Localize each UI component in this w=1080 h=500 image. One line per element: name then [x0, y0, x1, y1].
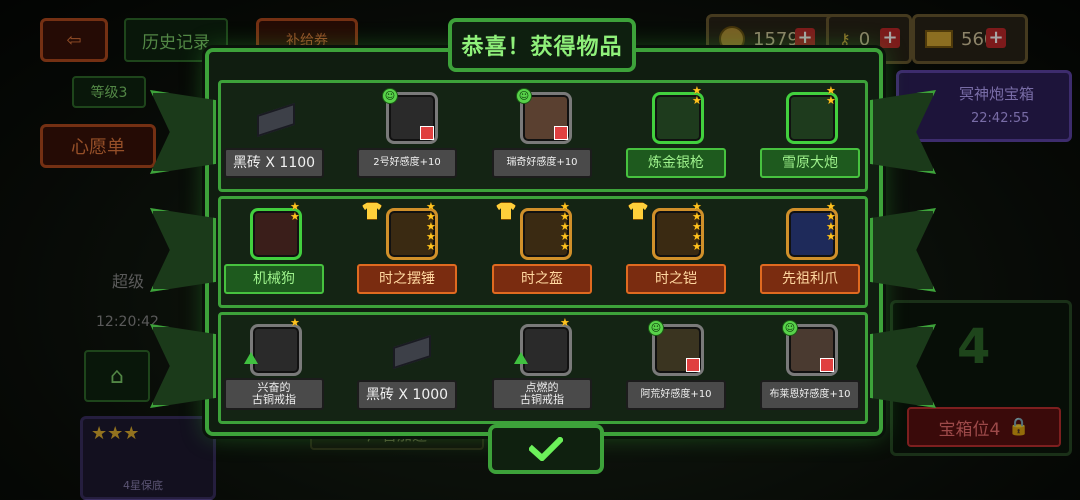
bronze-ring-icon	[520, 324, 572, 376]
reward-label: 兴奋的 古铜戒指	[224, 378, 324, 410]
checkmark-icon	[529, 437, 563, 461]
black-brick-icon	[248, 92, 300, 144]
rarity-stars: ★ ★ ★ ★ ★	[426, 200, 436, 253]
affection-smile-icon: ☺	[648, 320, 664, 336]
reward-label: 时之铠	[626, 264, 726, 294]
reward-label-line: 古铜戒指	[252, 393, 296, 406]
black-brick-icon	[384, 324, 436, 376]
reward-label: 黑砖 X 1000	[357, 380, 457, 410]
reward-label: 炼金银枪	[626, 148, 726, 178]
reward-label: 点燃的 古铜戒指	[492, 378, 592, 410]
rarity-stars: ★ ★ ★ ★ ★	[692, 200, 702, 253]
dialog-title-text: 恭喜！获得物品	[461, 35, 623, 60]
gift-icon	[554, 126, 568, 140]
reward-label: 雪原大炮	[760, 148, 860, 178]
reward-label: 先祖利爪	[760, 264, 860, 294]
reward-label-line: 古铜戒指	[520, 393, 564, 406]
reward-label: 时之盔	[492, 264, 592, 294]
rarity-stars: ★	[560, 316, 570, 329]
rarity-stars: ★ ★	[826, 84, 836, 107]
grade-triangle-icon	[244, 352, 258, 364]
rarity-stars: ★	[290, 316, 300, 329]
reward-label: 2号好感度+10	[357, 148, 457, 178]
reward-label: 机械狗	[224, 264, 324, 294]
reward-label: 瑞奇好感度+10	[492, 148, 592, 178]
grade-triangle-icon	[514, 352, 528, 364]
affection-smile-icon: ☺	[782, 320, 798, 336]
gift-icon	[820, 358, 834, 372]
confirm-button[interactable]	[488, 424, 604, 474]
reward-label: 时之摆锤	[357, 264, 457, 294]
affection-smile-icon: ☺	[382, 88, 398, 104]
reward-label: 阿荒好感度+10	[626, 380, 726, 410]
rarity-stars: ★ ★	[692, 84, 702, 107]
reward-label: 布莱恩好感度+10	[760, 380, 860, 410]
affection-smile-icon: ☺	[516, 88, 532, 104]
reward-label: 黑砖 X 1100	[224, 148, 324, 178]
gift-icon	[420, 126, 434, 140]
rarity-stars: ★ ★ ★ ★	[826, 200, 836, 243]
gift-icon	[686, 358, 700, 372]
rarity-stars: ★ ★ ★ ★ ★	[560, 200, 570, 253]
bronze-ring-icon	[250, 324, 302, 376]
dialog-title: 恭喜！获得物品	[448, 18, 636, 72]
rarity-stars: ★ ★	[290, 200, 300, 223]
